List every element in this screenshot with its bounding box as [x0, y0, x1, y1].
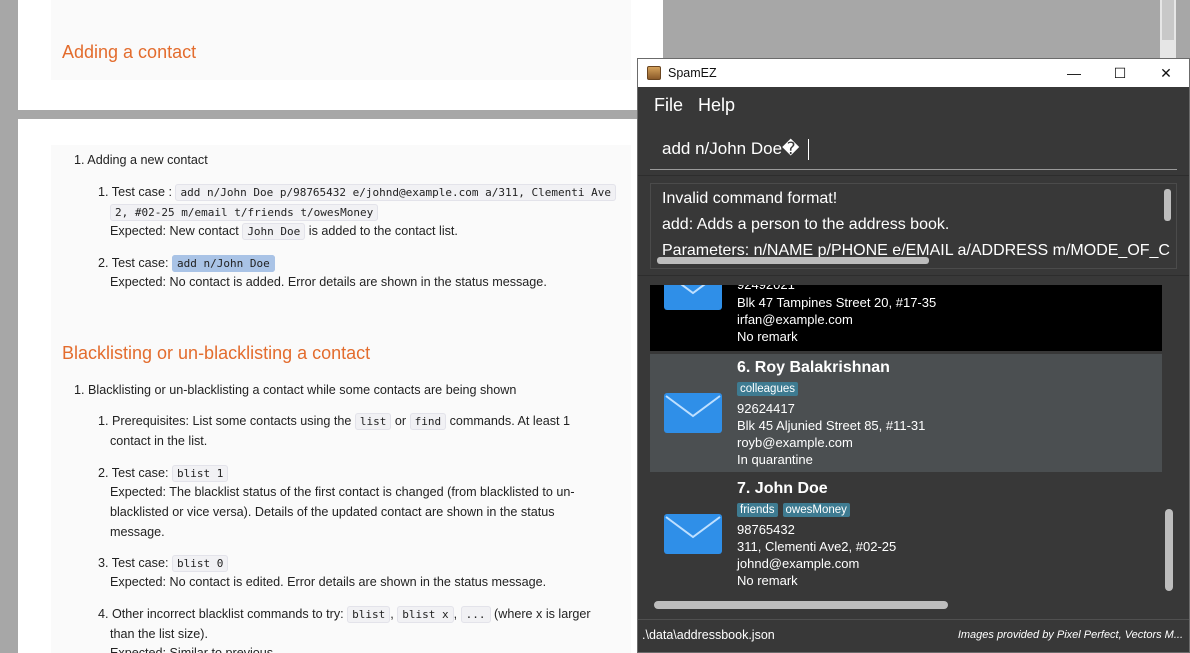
contact-tags: colleagues — [737, 382, 798, 396]
expected-text: Expected: New contact John Doe is added … — [110, 223, 458, 240]
close-icon[interactable]: ✕ — [1143, 59, 1189, 87]
contact-tags: friends owesMoney — [737, 503, 850, 517]
contact-name: 6. Roy Balakrishnan — [737, 359, 890, 376]
tag: owesMoney — [782, 503, 850, 517]
list-item-label: or — [394, 414, 407, 428]
text-caret — [808, 139, 809, 160]
command-input[interactable]: add n/John Doe� — [650, 131, 1177, 170]
contact-card[interactable]: 7. John Doe friends owesMoney 98765432 3… — [650, 475, 1162, 593]
minimize-icon[interactable]: — — [1051, 59, 1097, 87]
code-snippet: find — [409, 413, 447, 430]
list-item-label: 2. Test case: — [98, 256, 169, 270]
contact-remark: No remark — [737, 573, 798, 588]
contact-phone: 92624417 — [737, 401, 795, 416]
menu-file[interactable]: File — [654, 95, 683, 116]
contact-remark: No remark — [737, 329, 798, 344]
result-line: Invalid command format! — [662, 190, 838, 207]
list-item: 1. Test case : add n/John Doe p/98765432… — [98, 184, 616, 201]
contact-card-selected[interactable]: 6. Roy Balakrishnan colleagues 92624417 … — [650, 354, 1162, 472]
heading-blacklisting: Blacklisting or un-blacklisting a contac… — [62, 343, 371, 363]
result-display[interactable]: Invalid command format! add: Adds a pers… — [650, 183, 1177, 269]
expected-text: message. — [110, 525, 165, 539]
contact-name: 7. John Doe — [737, 480, 828, 497]
spamez-window: SpamEZ — ☐ ✕ File Help add n/John Doe� I… — [637, 58, 1190, 653]
list-item-label: 1. Test case : — [98, 185, 172, 199]
code-snippet: ... — [460, 606, 491, 623]
code-snippet: add n/John Doe p/98765432 e/johnd@exampl… — [175, 184, 616, 201]
divider — [638, 275, 1189, 276]
maximize-icon[interactable]: ☐ — [1097, 59, 1143, 87]
title-bar[interactable]: SpamEZ — ☐ ✕ — [638, 59, 1189, 87]
list-item: 1. Adding a new contact — [74, 153, 208, 167]
list-item: 3. Test case: blist 0 — [98, 555, 229, 572]
doc-page-top: Adding a contact — [18, 0, 663, 110]
doc-panel — [51, 0, 631, 80]
heading-adding-contact: Adding a contact — [62, 42, 197, 62]
tag: colleagues — [737, 382, 798, 396]
contact-card[interactable]: 92492021 Blk 47 Tampines Street 20, #17-… — [650, 285, 1162, 351]
menu-help[interactable]: Help — [698, 95, 735, 116]
expected-label: is added to the contact list. — [308, 224, 458, 238]
status-credit: Images provided by Pixel Perfect, Vector… — [957, 629, 1183, 641]
code-snippet: John Doe — [242, 223, 306, 240]
list-item-continuation: than the list size). — [110, 627, 208, 641]
list-item: 1. Blacklisting or un-blacklisting a con… — [74, 383, 517, 397]
expected-text: Expected: No contact is edited. Error de… — [110, 575, 547, 589]
contact-email: irfan@example.com — [737, 312, 853, 327]
status-file-path: .\data\addressbook.json — [642, 628, 775, 642]
result-horizontal-scrollbar[interactable] — [657, 257, 929, 264]
status-bar: .\data\addressbook.json Images provided … — [638, 619, 1189, 652]
page-scrollbar-thumb[interactable] — [1162, 0, 1174, 40]
window-title: SpamEZ — [668, 66, 717, 80]
list-item-label: 4. Other incorrect blacklist commands to… — [98, 607, 344, 621]
result-line: add: Adds a person to the address book. — [662, 216, 950, 233]
code-snippet: blist 1 — [171, 465, 229, 482]
list-vertical-scrollbar[interactable] — [1165, 509, 1173, 591]
contact-phone: 92492021 — [737, 285, 795, 292]
list-item: 2, #02-25 m/email t/friends t/owesMoney — [110, 204, 379, 221]
contact-address: Blk 45 Aljunied Street 85, #11-31 — [737, 418, 926, 433]
contact-address: Blk 47 Tampines Street 20, #17-35 — [737, 295, 937, 310]
divider — [638, 175, 1189, 176]
tag: friends — [737, 503, 778, 517]
mail-icon — [664, 285, 722, 310]
list-item: 2. Test case: add n/John Doe — [98, 255, 275, 272]
list-item-label: commands. At least 1 — [449, 414, 571, 428]
contact-remark: In quarantine — [737, 452, 813, 467]
contact-address: 311, Clementi Ave2, #02-25 — [737, 539, 897, 554]
expected-text: Expected: The blacklist status of the fi… — [110, 485, 575, 499]
expected-label: Expected: New contact — [110, 224, 239, 238]
code-snippet-selected[interactable]: add n/John Doe — [171, 255, 275, 272]
doc-page-main: 1. Adding a new contact 1. Test case : a… — [18, 119, 663, 653]
expected-text: blacklisted or vice versa). Details of t… — [110, 505, 555, 519]
code-snippet: list — [354, 413, 392, 430]
command-input-value[interactable]: add n/John Doe� — [662, 139, 799, 159]
list-item: 1. Prerequisites: List some contacts usi… — [98, 413, 570, 430]
list-item-continuation: contact in the list. — [110, 434, 208, 448]
list-item: 2. Test case: blist 1 — [98, 465, 229, 482]
app-icon — [647, 66, 661, 80]
mail-icon — [664, 393, 722, 433]
expected-text: Expected: Similar to previous. — [110, 646, 277, 653]
mail-icon — [664, 514, 722, 554]
list-item: 4. Other incorrect blacklist commands to… — [98, 606, 591, 623]
list-item-label: 2. Test case: — [98, 466, 169, 480]
list-horizontal-scrollbar[interactable] — [654, 601, 948, 609]
contact-email: royb@example.com — [737, 435, 853, 450]
contact-email: johnd@example.com — [737, 556, 860, 571]
expected-text: Expected: No contact is added. Error det… — [110, 275, 547, 289]
list-item-label: (where x is larger — [494, 607, 591, 621]
contact-phone: 98765432 — [737, 522, 795, 537]
code-snippet: blist x — [397, 606, 454, 623]
list-item-label: 3. Test case: — [98, 556, 169, 570]
code-snippet: blist 0 — [171, 555, 229, 572]
code-snippet: 2, #02-25 m/email t/friends t/owesMoney — [110, 204, 379, 221]
contact-list[interactable]: 92492021 Blk 47 Tampines Street 20, #17-… — [650, 285, 1177, 611]
result-vertical-scrollbar[interactable] — [1164, 189, 1171, 221]
code-snippet: blist — [347, 606, 391, 623]
list-item-label: 1. Prerequisites: List some contacts usi… — [98, 414, 352, 428]
